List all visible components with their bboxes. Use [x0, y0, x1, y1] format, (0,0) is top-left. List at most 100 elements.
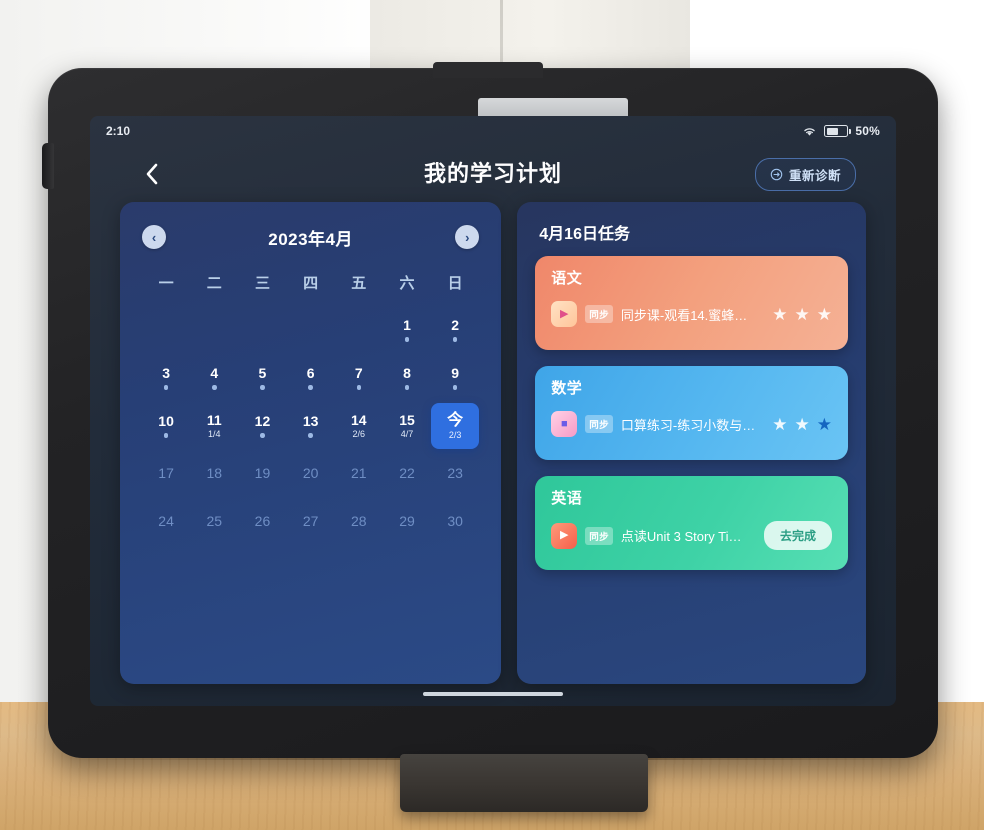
- photo-background: 2:10 50% 我的学习计划 重新诊断 ‹ 2023年4月 › 一 二 三 四…: [0, 0, 984, 830]
- calendar-weekday-4: 五: [351, 275, 367, 292]
- task-panel: 4月16日任务 语文 ▶ 同步 同步课-观看14.蜜蜂（... ★ ★ ★ 数学 ■ 同步 口算练习…: [517, 202, 866, 684]
- calendar-day-dot: [163, 433, 169, 438]
- calendar-day-cell[interactable]: 3: [142, 355, 190, 401]
- task-row: ▶ 同步 点读Unit 3 Story Time... 去完成: [551, 521, 832, 550]
- calendar-day-number: 22: [399, 465, 415, 482]
- calendar-day-number: 21: [351, 465, 367, 482]
- calendar-day-cell[interactable]: 30: [431, 499, 479, 545]
- refresh-circle-icon: [770, 168, 783, 181]
- calendar-day-dot: [404, 385, 410, 390]
- calendar-day-cell[interactable]: 24: [142, 499, 190, 545]
- calendar-day-dot: [452, 385, 458, 390]
- calendar-prev-month-button[interactable]: ‹: [142, 225, 166, 249]
- calendar-day-number: 15: [399, 411, 415, 428]
- calendar-day-number: 8: [403, 365, 411, 382]
- blocks-practice-icon: ■: [551, 411, 578, 437]
- calendar-weekday-5: 六: [399, 275, 415, 292]
- tablet-device: 2:10 50% 我的学习计划 重新诊断 ‹ 2023年4月 › 一 二 三 四…: [42, 62, 938, 812]
- calendar-day-cell[interactable]: 13: [287, 403, 335, 449]
- calendar-day-blank: [190, 307, 238, 353]
- calendar-day-blank: [142, 307, 190, 353]
- calendar-day-number: 23: [447, 465, 463, 482]
- calendar-day-number: 30: [447, 513, 463, 530]
- calendar-weekday-2: 三: [254, 275, 270, 292]
- calendar-day-number: 14: [351, 411, 367, 428]
- calendar-day-cell[interactable]: 2: [431, 307, 479, 353]
- wifi-icon: [804, 128, 816, 136]
- calendar-day-cell[interactable]: 18: [190, 451, 238, 497]
- calendar-day-number: 25: [206, 513, 223, 530]
- navigation-bar: 我的学习计划 重新诊断: [90, 146, 896, 202]
- task-action-button[interactable]: 去完成: [763, 521, 832, 550]
- calendar-weekday-6: 日: [447, 275, 463, 292]
- calendar-day-dot: [452, 337, 458, 342]
- calendar-day-cell[interactable]: 8: [383, 355, 431, 401]
- top-bump: [433, 62, 543, 78]
- calendar-day-cell[interactable]: 25: [190, 499, 238, 545]
- calendar-day-cell[interactable]: 26: [238, 499, 286, 545]
- calendar-day-cell[interactable]: 17: [142, 451, 190, 497]
- calendar-day-blank: [238, 307, 286, 353]
- calendar-day-cell[interactable]: 4: [190, 355, 238, 401]
- rediagnose-label: 重新诊断: [788, 169, 841, 183]
- calendar-day-dot: [260, 433, 265, 438]
- side-button[interactable]: [42, 143, 54, 189]
- calendar-day-cell[interactable]: 14 2/6: [335, 403, 383, 449]
- task-card[interactable]: 语文 ▶ 同步 同步课-观看14.蜜蜂（... ★ ★ ★: [535, 256, 848, 350]
- calendar-day-dot: [212, 385, 217, 390]
- calendar-day-today[interactable]: 今 2/3: [431, 403, 480, 449]
- calendar-header: ‹ 2023年4月 ›: [142, 220, 480, 254]
- calendar-day-dot: [163, 385, 169, 390]
- calendar-day-number: 27: [302, 513, 319, 530]
- calendar-day-cell[interactable]: 7: [335, 355, 383, 401]
- calendar-day-number: 7: [354, 365, 363, 382]
- calendar-day-cell[interactable]: 27: [287, 499, 335, 545]
- calendar-day-cell[interactable]: 23: [431, 451, 479, 497]
- calendar-day-cell[interactable]: 11 1/4: [190, 403, 238, 449]
- calendar-day-progress: 4/7: [400, 429, 414, 440]
- calendar-day-number: 4: [210, 365, 219, 382]
- calendar-day-cell[interactable]: 21: [335, 451, 383, 497]
- calendar-day-cell[interactable]: 1: [383, 307, 431, 353]
- calendar-day-number: 今: [447, 411, 464, 429]
- calendar-day-cell[interactable]: 22: [383, 451, 431, 497]
- task-row: ■ 同步 口算练习-练习小数与单... ★ ★ ★: [551, 411, 832, 437]
- calendar-day-dot: [308, 433, 313, 438]
- task-card[interactable]: 英语 ▶ 同步 点读Unit 3 Story Time... 去完成: [535, 476, 848, 570]
- task-row: ▶ 同步 同步课-观看14.蜜蜂（... ★ ★ ★: [551, 301, 832, 327]
- calendar-day-number: 13: [302, 413, 319, 430]
- calendar-day-cell[interactable]: 15 4/7: [383, 403, 431, 449]
- star-icon: ★: [794, 304, 810, 324]
- calendar-day-cell[interactable]: 10: [142, 403, 190, 449]
- home-indicator[interactable]: [423, 692, 563, 696]
- calendar-day-cell[interactable]: 19: [238, 451, 286, 497]
- task-text: 点读Unit 3 Story Time...: [620, 529, 748, 544]
- calendar-day-cell[interactable]: 20: [287, 451, 335, 497]
- task-card[interactable]: 数学 ■ 同步 口算练习-练习小数与单... ★ ★ ★: [535, 366, 848, 460]
- calendar-day-cell[interactable]: 28: [335, 499, 383, 545]
- calendar-day-cell[interactable]: 12: [238, 403, 286, 449]
- task-stars: ★ ★ ★: [772, 306, 832, 323]
- calendar-day-dot: [260, 385, 265, 390]
- calendar-weekday-0: 一: [158, 275, 174, 292]
- main-content: ‹ 2023年4月 › 一二三四五六日 1 2 3 4 5 6 7 8 9 10 11 1/4 12 13…: [90, 202, 896, 706]
- calendar-day-cell[interactable]: 5: [238, 355, 286, 401]
- calendar-weekday-row: 一二三四五六日: [142, 264, 479, 301]
- calendar-day-cell[interactable]: 29: [383, 499, 431, 545]
- task-subject: 语文: [551, 270, 583, 287]
- calendar-day-dot: [356, 385, 362, 390]
- task-text: 同步课-观看14.蜜蜂（...: [620, 307, 757, 323]
- calendar-day-dot: [308, 385, 313, 390]
- calendar-day-cell[interactable]: 9: [431, 355, 479, 401]
- calendar-day-blank: [335, 307, 383, 353]
- rediagnose-button[interactable]: 重新诊断: [754, 158, 856, 191]
- calendar-day-number: 5: [258, 365, 267, 382]
- tablet-screen: 2:10 50% 我的学习计划 重新诊断 ‹ 2023年4月 › 一 二 三 四…: [90, 116, 896, 706]
- calendar-panel: ‹ 2023年4月 › 一二三四五六日 1 2 3 4 5 6 7 8 9 10 11 1/4 12 13…: [120, 202, 502, 684]
- calendar-day-progress: 1/4: [208, 429, 221, 440]
- battery-percent: 50%: [855, 124, 880, 138]
- calendar-day-number: 24: [158, 513, 174, 530]
- calendar-day-cell[interactable]: 6: [287, 355, 335, 401]
- calendar-next-month-button[interactable]: ›: [455, 225, 480, 249]
- calendar-month-title: 2023年4月: [268, 229, 354, 249]
